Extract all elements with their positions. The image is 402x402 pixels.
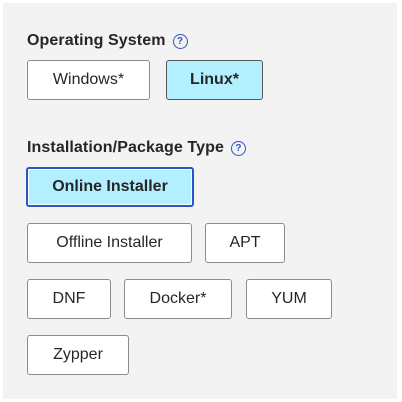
pkg-option-zypper[interactable]: Zypper xyxy=(27,335,129,375)
os-option-windows[interactable]: Windows* xyxy=(27,60,150,100)
os-section-title: Operating System ? xyxy=(27,32,188,50)
pkg-option-docker[interactable]: Docker* xyxy=(124,279,232,319)
pkg-option-offline-installer[interactable]: Offline Installer xyxy=(27,223,192,263)
pkg-option-yum[interactable]: YUM xyxy=(246,279,332,319)
download-options-panel: Operating System ? Windows* Linux* Insta… xyxy=(3,3,397,399)
pkg-option-dnf[interactable]: DNF xyxy=(27,279,111,319)
help-icon[interactable]: ? xyxy=(230,140,246,156)
help-icon[interactable]: ? xyxy=(172,33,188,49)
pkg-section-label: Installation/Package Type xyxy=(27,139,224,156)
pkg-section-title: Installation/Package Type ? xyxy=(27,139,246,157)
os-option-linux[interactable]: Linux* xyxy=(166,60,263,100)
pkg-option-apt[interactable]: APT xyxy=(205,223,285,263)
pkg-option-online-installer[interactable]: Online Installer xyxy=(26,167,194,207)
os-section-label: Operating System xyxy=(27,32,166,49)
